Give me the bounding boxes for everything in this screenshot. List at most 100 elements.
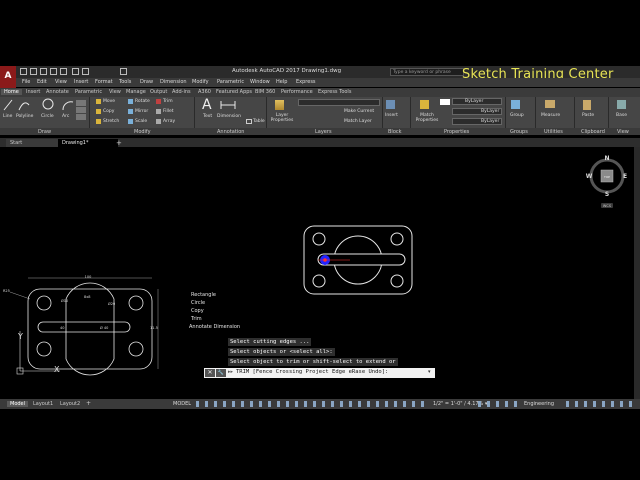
menu-express[interactable]: Express bbox=[296, 79, 316, 85]
menu-draw[interactable]: Draw bbox=[140, 79, 153, 85]
group-icon[interactable] bbox=[511, 100, 520, 109]
paste-button[interactable]: Paste bbox=[582, 113, 594, 118]
paste-icon[interactable] bbox=[583, 100, 591, 110]
line-icon[interactable] bbox=[3, 99, 13, 111]
fillet-icon[interactable] bbox=[156, 109, 161, 114]
tab-a360[interactable]: A360 bbox=[198, 89, 211, 95]
panel-title-groups[interactable]: Groups bbox=[510, 129, 528, 135]
panel-title-view[interactable]: View bbox=[617, 129, 629, 135]
menu-edit[interactable]: Edit bbox=[37, 79, 47, 85]
trim-icon[interactable] bbox=[156, 99, 161, 104]
stretch-button[interactable]: Stretch bbox=[103, 119, 119, 124]
tab-express-tools[interactable]: Express Tools bbox=[318, 89, 351, 95]
tab-drawing1[interactable]: Drawing1* bbox=[58, 139, 118, 147]
tab-layout1[interactable]: Layout1 bbox=[30, 401, 56, 407]
color-swatch[interactable] bbox=[440, 99, 450, 105]
panel-title-block[interactable]: Block bbox=[388, 129, 402, 135]
panel-title-utilities[interactable]: Utilities bbox=[544, 129, 563, 135]
menu-format[interactable]: Format bbox=[95, 79, 113, 85]
match-properties-icon[interactable] bbox=[420, 100, 429, 109]
menu-file[interactable]: File bbox=[22, 79, 30, 85]
dimension-icon[interactable] bbox=[220, 100, 236, 110]
menu-window[interactable]: Window bbox=[250, 79, 270, 85]
tab-view[interactable]: View bbox=[109, 89, 121, 95]
panel-title-draw[interactable]: Draw bbox=[38, 129, 51, 135]
color-dropdown[interactable]: ByLayer bbox=[452, 98, 502, 105]
tab-featured-apps[interactable]: Featured Apps bbox=[216, 89, 252, 95]
measure-icon[interactable] bbox=[545, 100, 555, 108]
tab-performance[interactable]: Performance bbox=[281, 89, 313, 95]
layer-properties-icon[interactable] bbox=[275, 100, 284, 110]
drafting-toggles[interactable] bbox=[196, 401, 426, 407]
tab-bim-360[interactable]: BIM 360 bbox=[255, 89, 275, 95]
status-tray-icons[interactable] bbox=[566, 401, 634, 407]
annotation-toggles[interactable] bbox=[478, 401, 518, 407]
fillet-button[interactable]: Fillet bbox=[163, 109, 174, 114]
application-menu-button[interactable]: A bbox=[0, 66, 16, 88]
stretch-icon[interactable] bbox=[96, 119, 101, 124]
panel-title-properties[interactable]: Properties bbox=[444, 129, 469, 135]
rotate-button[interactable]: Rotate bbox=[135, 99, 150, 104]
tab-model[interactable]: Model bbox=[7, 401, 29, 407]
panel-title-modify[interactable]: Modify bbox=[134, 129, 151, 135]
array-button[interactable]: Array bbox=[163, 119, 175, 124]
text-icon[interactable]: A bbox=[202, 97, 212, 113]
new-file-icon[interactable] bbox=[20, 68, 27, 75]
tab-manage[interactable]: Manage bbox=[126, 89, 146, 95]
tab-output[interactable]: Output bbox=[150, 89, 167, 95]
menu-parametric[interactable]: Parametric bbox=[217, 79, 244, 85]
command-history-dropdown-icon[interactable]: ▾ bbox=[428, 369, 431, 375]
redo-icon[interactable] bbox=[82, 68, 89, 75]
copy-icon[interactable] bbox=[96, 109, 101, 114]
panel-title-clipboard[interactable]: Clipboard bbox=[581, 129, 605, 135]
menu-tools[interactable]: Tools bbox=[119, 79, 131, 85]
workspace-switcher[interactable]: Engineering bbox=[524, 401, 554, 407]
scale-button[interactable]: Scale bbox=[135, 119, 147, 124]
insert-block-button[interactable]: Insert bbox=[385, 113, 398, 118]
dimension-button[interactable]: Dimension bbox=[217, 114, 241, 119]
trim-button[interactable]: Trim bbox=[163, 99, 173, 104]
base-view-button[interactable]: Base bbox=[616, 113, 627, 118]
search-input[interactable]: Type a keyword or phrase bbox=[390, 68, 464, 76]
group-button[interactable]: Group bbox=[510, 113, 524, 118]
array-icon[interactable] bbox=[156, 119, 161, 124]
menu-dimension[interactable]: Dimension bbox=[160, 79, 187, 85]
customize-icon[interactable]: 🔧 bbox=[216, 369, 226, 377]
tab-parametric[interactable]: Parametric bbox=[75, 89, 102, 95]
workspace-switch-icon[interactable] bbox=[120, 68, 127, 75]
tab-start[interactable]: Start bbox=[6, 139, 62, 147]
mirror-icon[interactable] bbox=[128, 109, 133, 114]
vertical-scrollbar[interactable] bbox=[634, 147, 640, 399]
new-tab-icon[interactable]: + bbox=[116, 139, 122, 147]
measure-button[interactable]: Measure bbox=[541, 113, 560, 118]
mirror-button[interactable]: Mirror bbox=[135, 109, 148, 114]
tab-insert[interactable]: Insert bbox=[26, 89, 40, 95]
menu-modify[interactable]: Modify bbox=[192, 79, 209, 85]
move-icon[interactable] bbox=[96, 99, 101, 104]
circle-button[interactable]: Circle bbox=[41, 114, 54, 119]
copy-button[interactable]: Copy bbox=[103, 109, 114, 114]
undo-icon[interactable] bbox=[72, 68, 79, 75]
move-button[interactable]: Move bbox=[103, 99, 115, 104]
viewcube[interactable]: TOP N S E W WCS bbox=[584, 150, 630, 208]
panel-title-annotation[interactable]: Annotation bbox=[217, 129, 244, 135]
model-space-toggle[interactable]: MODEL bbox=[173, 401, 191, 407]
drawn-part[interactable] bbox=[300, 222, 418, 297]
lineweight-dropdown[interactable]: ByLayer bbox=[452, 108, 502, 115]
save-icon[interactable] bbox=[40, 68, 47, 75]
new-layout-icon[interactable]: + bbox=[86, 400, 91, 407]
layer-properties-button[interactable]: Layer Properties bbox=[270, 113, 294, 123]
match-layer-button[interactable]: Match Layer bbox=[344, 119, 372, 124]
close-command-line-icon[interactable]: ✕ bbox=[205, 369, 215, 377]
table-button[interactable]: Table bbox=[253, 119, 265, 124]
tab-annotate[interactable]: Annotate bbox=[46, 89, 69, 95]
line-button[interactable]: Line bbox=[3, 114, 12, 119]
save-as-icon[interactable] bbox=[50, 68, 57, 75]
menu-help[interactable]: Help bbox=[276, 79, 287, 85]
rotate-icon[interactable] bbox=[128, 99, 133, 104]
match-properties-button[interactable]: Match Properties bbox=[414, 113, 440, 123]
text-button[interactable]: Text bbox=[203, 114, 212, 119]
panel-title-layers[interactable]: Layers bbox=[315, 129, 332, 135]
scale-icon[interactable] bbox=[128, 119, 133, 124]
base-view-icon[interactable] bbox=[617, 100, 626, 109]
